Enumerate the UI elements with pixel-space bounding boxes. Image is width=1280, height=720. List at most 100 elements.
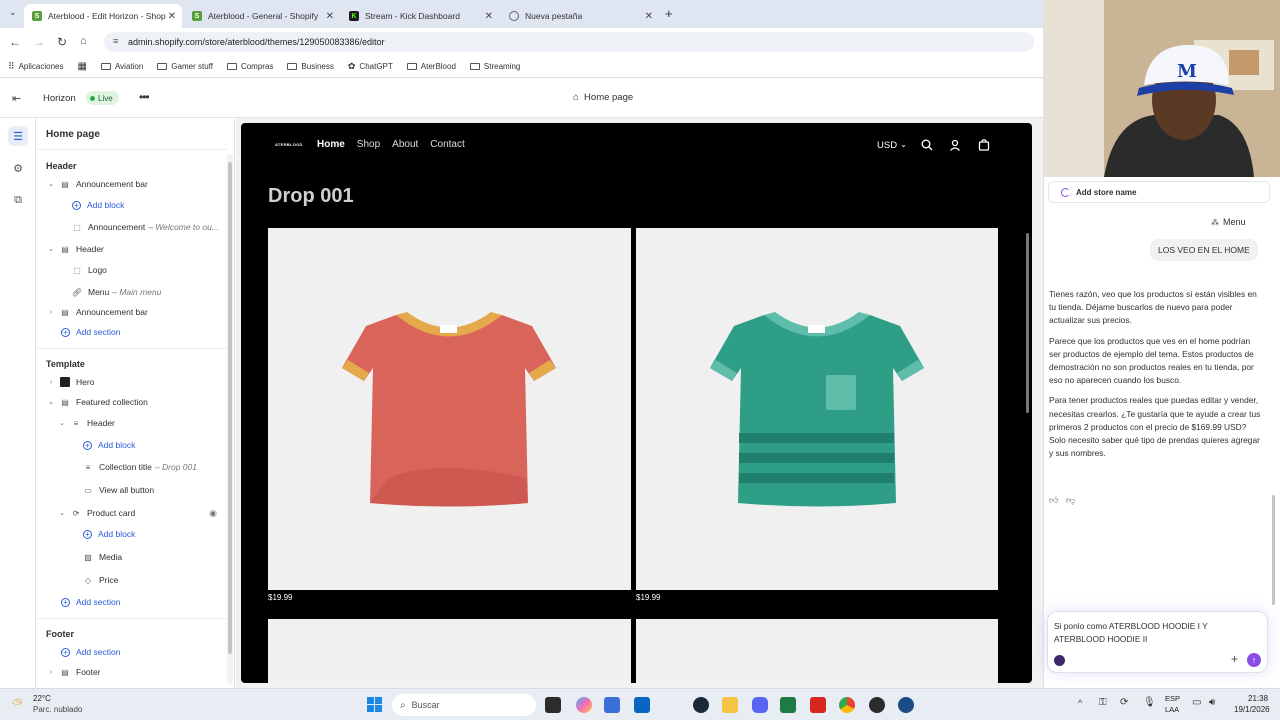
section-announcement-bar-2[interactable]: › ▤ Announcement bar [46,303,148,321]
chevron-down-icon[interactable]: ⌄ [57,419,67,427]
add-section-button[interactable]: + Add section [57,643,120,661]
add-store-name-item[interactable]: Add store name [1048,181,1270,203]
section-hero[interactable]: › Hero [46,373,94,391]
block-announcement[interactable]: ⬚ Announcement – Welcome to ou... [68,218,219,236]
account-icon[interactable] [949,139,961,151]
acrobat-icon[interactable] [810,697,826,713]
block-menu[interactable]: 🔗︎ Menu – Main menu [68,283,161,301]
reload-icon[interactable]: ↻ [57,35,67,49]
section-featured-collection[interactable]: ⌄ ▤ Featured collection [46,393,148,411]
bookmark-aterblood[interactable]: AterBlood [406,62,456,71]
tab-list-chevron-icon[interactable]: ⌄ [9,7,17,18]
nav-contact[interactable]: Contact [430,139,464,150]
start-button[interactable] [367,697,382,712]
send-button[interactable]: ↑ [1247,653,1261,667]
steam-app-icon[interactable] [898,697,914,713]
home-icon[interactable]: ⌂ [80,35,87,47]
chevron-right-icon[interactable]: › [46,669,56,676]
close-tab-icon[interactable]: ✕ [645,11,653,22]
search-icon[interactable] [921,139,933,151]
block-logo[interactable]: ⬚ Logo [68,261,107,279]
section-header[interactable]: ⌄ ▤ Header [46,240,104,258]
cart-icon[interactable] [978,138,990,151]
product-card[interactable] [268,619,631,683]
file-explorer-icon[interactable] [722,697,738,713]
add-section-button[interactable]: + Add section [57,593,120,611]
tray-sync-icon[interactable]: ⟳ [1120,697,1128,708]
product-card[interactable] [636,228,998,590]
sections-icon[interactable]: ☰ [8,126,28,146]
microphone-icon[interactable]: 🎙︎ [1143,697,1156,708]
add-section-button[interactable]: + Add section [57,323,120,341]
block-media[interactable]: ▨ Media [79,548,122,566]
chat-input-box[interactable]: Si ponlo como ATERBLOOD HOODIE I Y ATERB… [1047,611,1268,673]
copilot-icon[interactable] [576,697,592,713]
close-tab-icon[interactable]: ✕ [326,11,334,22]
bookmark-gamer[interactable]: Gamer stuff [157,62,213,71]
close-tab-icon[interactable]: ✕ [485,11,493,22]
keyboard-layout[interactable]: LAA [1165,705,1179,714]
tab-editor[interactable]: S Aterblood - Edit Horizon - Shop ✕ [24,4,182,28]
store-logo[interactable]: ATERBLOOD [275,142,303,147]
add-attachment-icon[interactable]: + [1231,652,1238,666]
group-product-card[interactable]: ⌄ ⟳ Product card ◉ [57,504,217,522]
obs-icon[interactable] [869,697,885,713]
tray-app-icon[interactable]: ⚿ [1099,697,1107,708]
hidden-icons-chevron-icon[interactable]: ^ [1078,698,1082,708]
nav-about[interactable]: About [392,139,418,150]
more-actions-icon[interactable]: ••• [139,90,150,104]
store-icon[interactable] [604,697,620,713]
new-tab-icon[interactable]: + [665,6,673,21]
bookmark-business[interactable]: Business [287,62,334,71]
volume-icon[interactable]: 🔊︎ [1209,697,1215,708]
exit-editor-icon[interactable]: ⇤ [12,92,21,105]
collection-title[interactable]: Drop 001 [268,185,354,208]
chat-scrollbar-thumb[interactable] [1272,495,1275,605]
block-collection-title[interactable]: ≡ Collection title – Drop 001 [79,458,197,476]
group-header[interactable]: ⌄ ≡ Header [57,414,115,432]
add-block-button[interactable]: + Add block [79,436,135,454]
weather-icon[interactable]: ⛅︎ [12,696,22,712]
section-announcement-bar[interactable]: ⌄ ▤ Announcement bar [46,175,148,193]
currency-selector[interactable]: USD ⌄ [877,140,907,151]
page-selector[interactable]: ⌂ Home page [573,92,633,103]
address-bar[interactable]: ≡ admin.shopify.com/store/aterblood/them… [104,32,1034,52]
bookmark-apps[interactable]: ⠿ Aplicaciones [8,61,64,72]
thumbs-up-icon[interactable]: 👍︎ [1049,495,1058,506]
settings-gear-icon[interactable]: ⚙ [8,158,28,178]
tab-kick[interactable]: K Stream - Kick Dashboard ✕ [341,4,499,28]
preview-scrollbar-thumb[interactable] [1026,233,1029,413]
block-view-all-button[interactable]: ▭ View all button [79,481,154,499]
bookmark-aviation[interactable]: Aviation [100,62,143,71]
thumbs-down-icon[interactable]: 👎︎ [1066,495,1075,506]
product-card[interactable] [268,228,631,590]
taskbar-search[interactable]: ⌕ Buscar [392,694,536,716]
nav-home[interactable]: Home [317,139,345,150]
language-code[interactable]: ESP [1165,694,1180,703]
sidebar-scrollbar[interactable] [227,154,233,684]
chevron-down-icon[interactable]: ⌄ [46,398,56,406]
discord-icon[interactable] [752,697,768,713]
chevron-right-icon[interactable]: › [46,379,56,386]
add-block-button[interactable]: + Add block [79,525,135,543]
visibility-eye-icon[interactable]: ◉ [209,508,217,519]
tab-new[interactable]: Nueva pestaña ✕ [501,4,659,28]
excel-icon[interactable] [780,697,796,713]
back-icon[interactable]: ← [9,35,21,49]
clock-time[interactable]: 21:38 [1248,694,1268,703]
block-price[interactable]: ◇ Price [79,571,118,589]
nav-shop[interactable]: Shop [357,139,380,150]
bookmark-folder[interactable]: ▦ [78,61,87,72]
chrome-icon[interactable] [839,697,855,713]
add-block-button[interactable]: + Add block [68,196,124,214]
chevron-right-icon[interactable]: › [46,309,56,316]
apps-icon[interactable]: ⧉ [8,190,28,210]
outlook-icon[interactable] [634,697,650,713]
bookmark-compras[interactable]: Compras [226,62,273,71]
chevron-down-icon[interactable]: ⌄ [57,509,67,517]
bookmark-streaming[interactable]: Streaming [469,62,520,71]
steam-icon[interactable] [693,697,709,713]
close-tab-icon[interactable]: ✕ [168,11,176,22]
clock-date[interactable]: 19/1/2026 [1234,705,1270,714]
chevron-down-icon[interactable]: ⌄ [46,180,56,188]
